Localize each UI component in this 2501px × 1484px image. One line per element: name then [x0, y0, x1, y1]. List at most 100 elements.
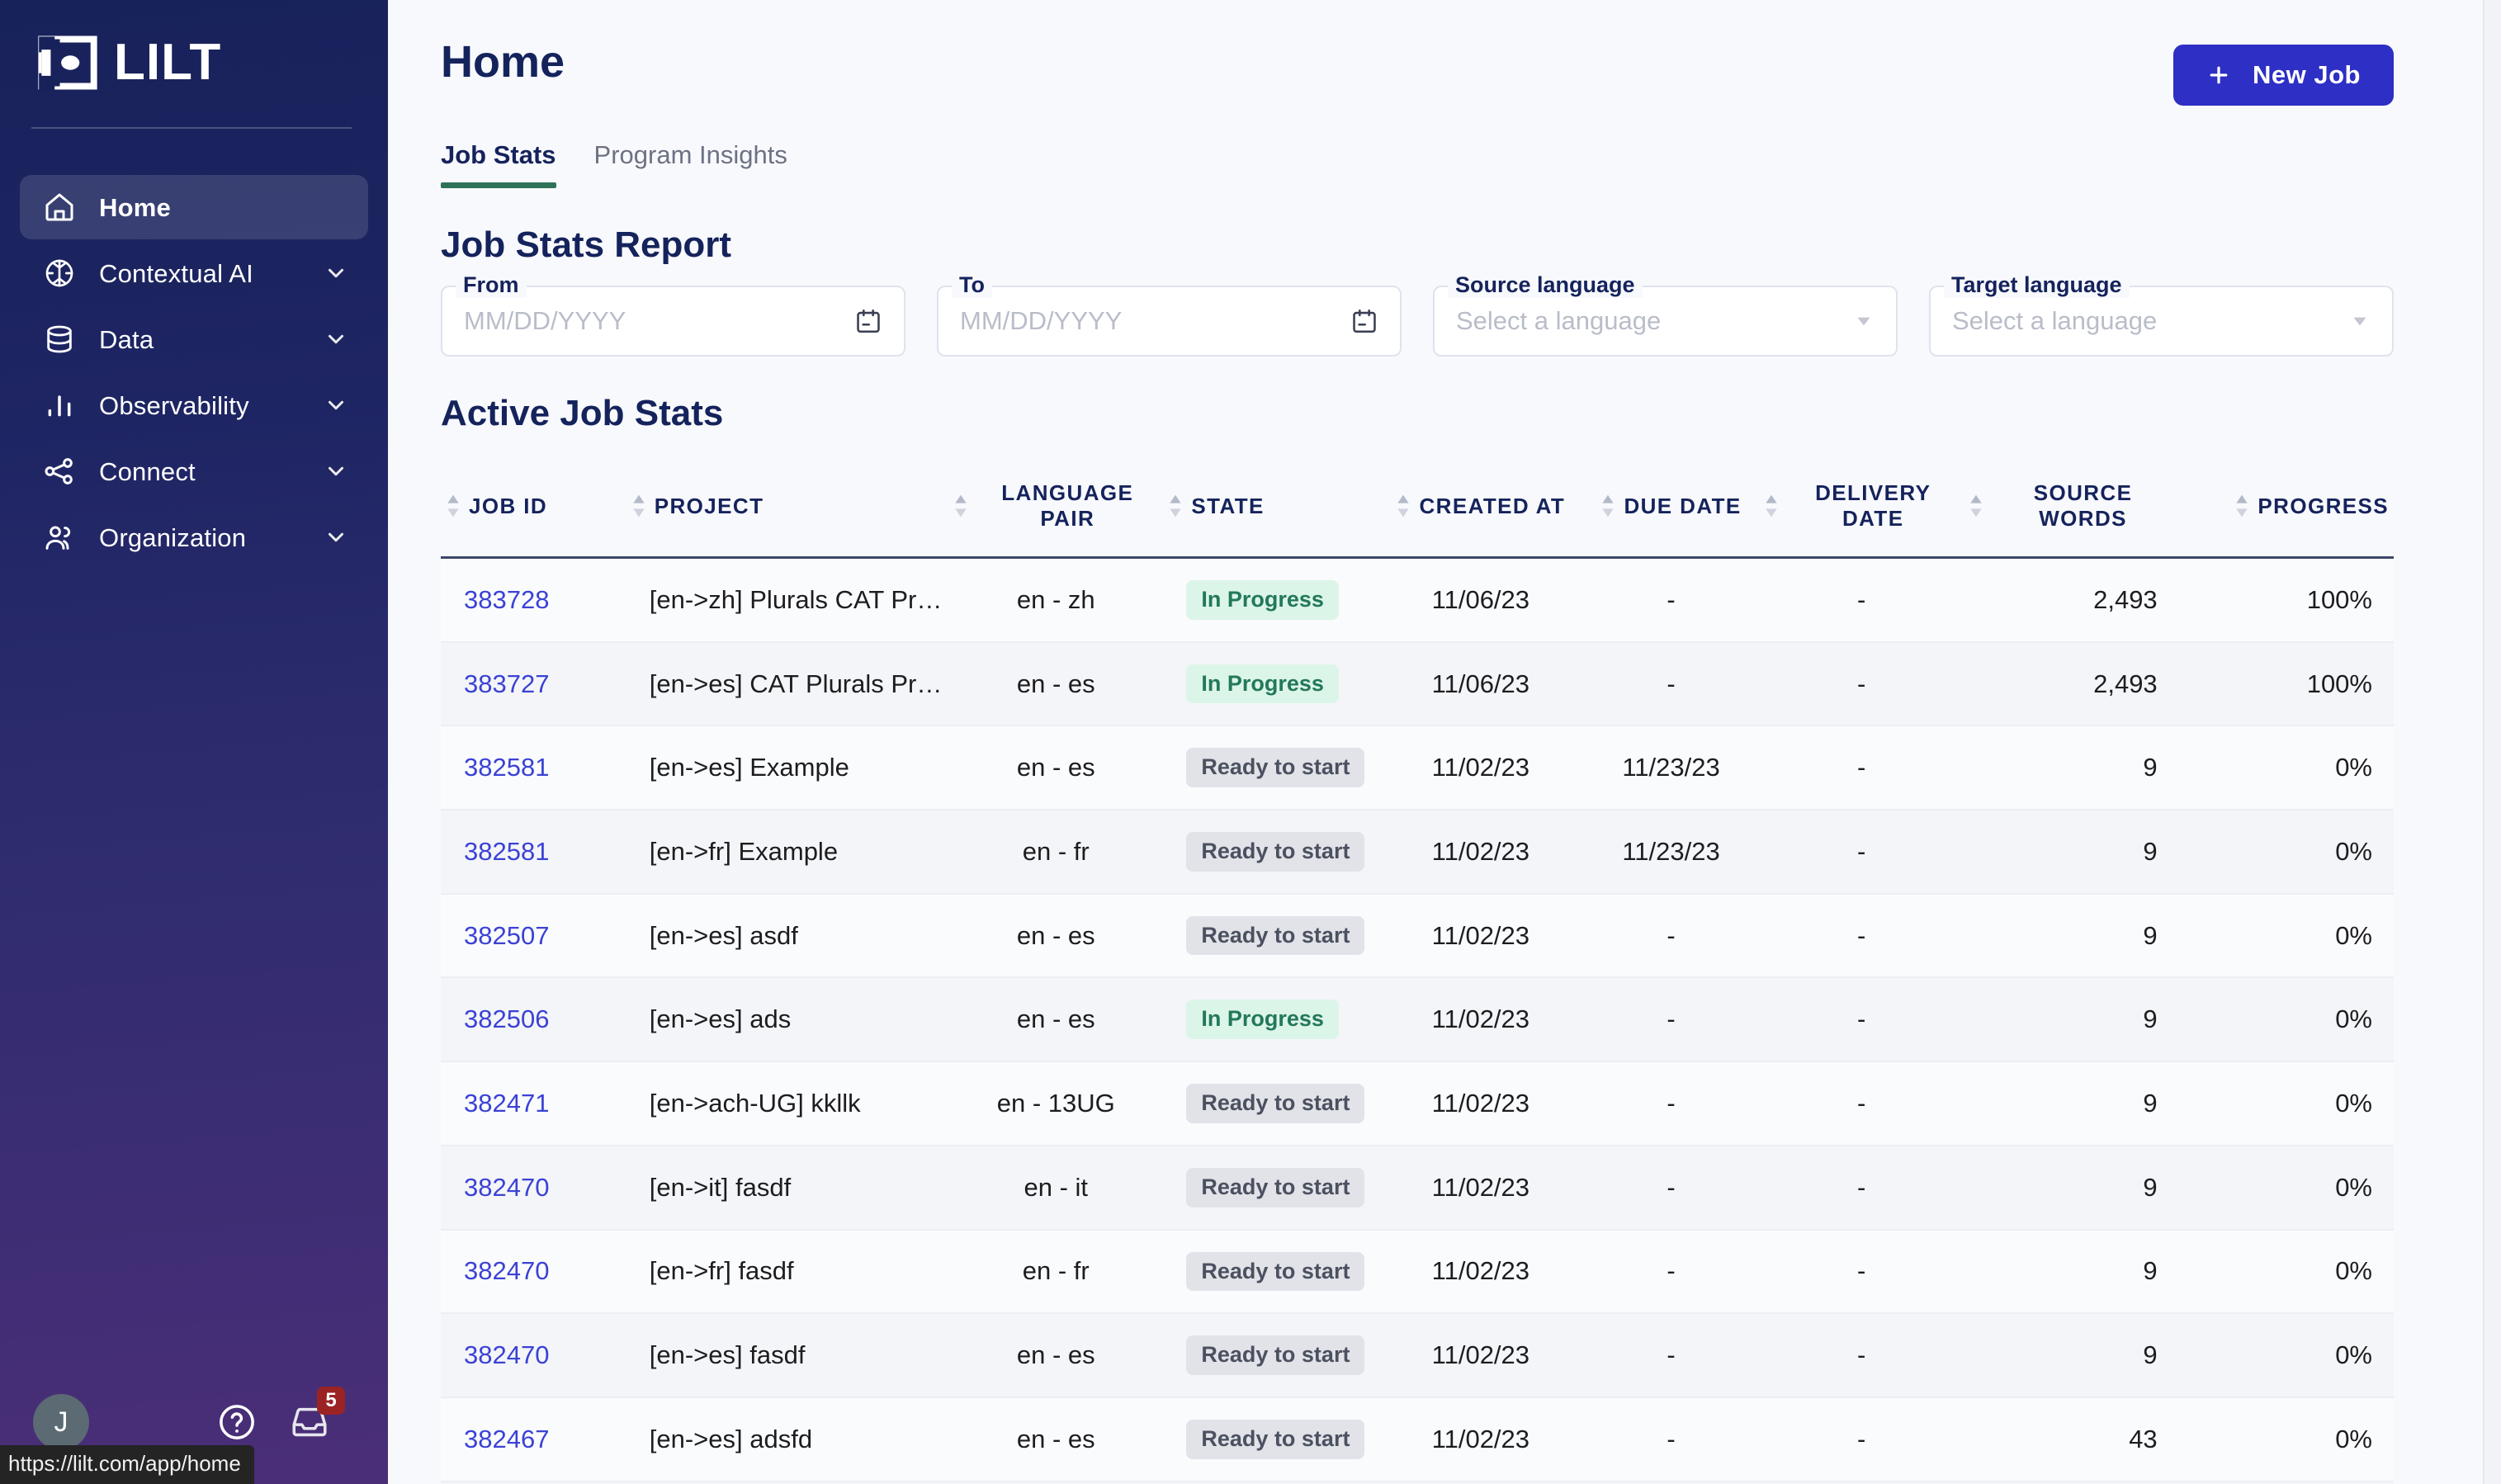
cell-due-date: -	[1667, 1004, 1676, 1034]
cell-delivery-date: -	[1857, 1256, 1866, 1286]
table-row[interactable]: 382581 [en->fr] Example en - fr Ready to st…	[441, 810, 2394, 894]
chevron-down-icon[interactable]	[324, 327, 348, 352]
job-id-link[interactable]: 382506	[464, 1004, 549, 1033]
column-progress[interactable]: PROGRESS	[2179, 474, 2394, 558]
table-row[interactable]: 382268[de->en] 11:31:22 Instade - enIn P…	[441, 1481, 2394, 1484]
job-id-link[interactable]: 382467	[464, 1425, 549, 1453]
table-row[interactable]: 383727 [en->es] CAT Plurals Pr… en - es In …	[441, 641, 2394, 726]
to-date-input[interactable]	[960, 306, 1350, 336]
column-source-words[interactable]: SOURCE WORDS	[1964, 474, 2178, 558]
sidebar-item-contextual-ai[interactable]: Contextual AI	[20, 241, 368, 305]
calendar-icon[interactable]	[854, 307, 882, 335]
chevron-down-icon[interactable]	[324, 261, 348, 286]
job-id-link[interactable]: 382470	[464, 1256, 549, 1285]
cell-due-date: -	[1667, 1424, 1676, 1453]
sort-icon[interactable]	[1396, 494, 1411, 518]
question-circle-icon[interactable]	[216, 1401, 258, 1443]
source-language-input[interactable]	[1456, 306, 1853, 336]
sort-icon[interactable]	[631, 494, 646, 518]
from-date-input[interactable]	[464, 306, 854, 336]
status-badge: Ready to start	[1186, 748, 1365, 788]
cell-source-words: 9	[2143, 920, 2158, 950]
cell-job-id: 382470	[441, 1230, 626, 1314]
cell-project: [en->zh] Plurals CAT Pr…	[649, 584, 943, 614]
table-row[interactable]: 382471 [en->ach-UG] kkllk en - 13UG Ready t…	[441, 1061, 2394, 1146]
column-language-pair[interactable]: LANGUAGE PAIR	[948, 474, 1163, 558]
filter-target-language: Target language	[1929, 272, 2394, 357]
chevron-down-icon[interactable]	[324, 459, 348, 484]
table-row[interactable]: 382581 [en->es] Example en - es Ready to st…	[441, 725, 2394, 811]
cell-language-pair: en - es	[1016, 920, 1095, 950]
cell-created-at: 11/02/23	[1431, 1256, 1530, 1286]
sort-icon[interactable]	[1764, 494, 1779, 518]
sidebar-item-observability[interactable]: Observability	[20, 373, 368, 437]
job-id-link[interactable]: 382470	[464, 1340, 549, 1369]
table-row[interactable]: 383728 [en->zh] Plurals CAT Pr… en - zh In …	[441, 557, 2394, 642]
sort-icon[interactable]	[1969, 494, 1983, 518]
inbox-icon[interactable]: 5	[289, 1387, 345, 1443]
cell-due-date: 11/23/23	[1622, 836, 1720, 866]
table-row[interactable]: 382506 [en->es] ads en - es In Progress 11/0…	[441, 977, 2394, 1062]
job-id-link[interactable]: 383728	[464, 585, 549, 614]
job-id-link[interactable]: 382507	[464, 921, 549, 950]
column-state[interactable]: STATE	[1163, 474, 1378, 558]
filter-source-language: Source language	[1433, 272, 1898, 357]
job-id-link[interactable]: 382470	[464, 1173, 549, 1202]
status-badge: Ready to start	[1186, 1167, 1365, 1208]
sort-icon[interactable]	[2234, 494, 2249, 518]
cell-created-at: 11/06/23	[1431, 669, 1530, 698]
job-id-link[interactable]: 382471	[464, 1089, 549, 1118]
cell-created-at: 11/02/23	[1431, 1004, 1530, 1034]
avatar[interactable]: J	[33, 1394, 89, 1450]
chevron-down-icon[interactable]	[324, 525, 348, 550]
target-language-input[interactable]	[1952, 306, 2349, 336]
sort-icon[interactable]	[1600, 494, 1615, 518]
cell-progress: 0%	[2335, 920, 2372, 950]
chevron-down-icon[interactable]	[324, 393, 348, 418]
job-id-link[interactable]: 383727	[464, 669, 549, 698]
cell-progress: 0%	[2335, 836, 2372, 866]
tab-job-stats[interactable]: Job Stats	[441, 140, 556, 188]
cell-state: Ready to start	[1163, 894, 1378, 978]
table-row[interactable]: 382467 [en->es] adsfd en - es Ready to star…	[441, 1397, 2394, 1482]
chevron-down-icon[interactable]	[2349, 310, 2371, 332]
column-project[interactable]: PROJECT	[626, 474, 948, 558]
column-job-id[interactable]: JOB ID	[441, 474, 626, 558]
cell-due-date: -	[1583, 1482, 1759, 1484]
job-id-link[interactable]: 382581	[464, 837, 549, 866]
cell-project: [en->ach-UG] kkllk	[649, 1088, 861, 1118]
cell-project: [en->es] ads	[649, 1004, 792, 1034]
calendar-icon[interactable]	[1350, 307, 1378, 335]
status-badge: Ready to start	[1186, 1084, 1365, 1123]
new-job-button[interactable]: New Job	[2173, 45, 2394, 106]
to-field-box[interactable]	[937, 286, 1402, 357]
column-due-date[interactable]: DUE DATE	[1583, 474, 1759, 558]
column-label: SOURCE WORDS	[2033, 480, 2133, 531]
vertical-scrollbar[interactable]	[2483, 0, 2501, 1484]
cell-source-words: 2,493	[2093, 584, 2158, 614]
sidebar-item-data[interactable]: Data	[20, 307, 368, 371]
sidebar-footer-actions: 5	[216, 1387, 345, 1443]
chevron-down-icon[interactable]	[1853, 310, 1875, 332]
tab-bar: Job Stats Program Insights	[388, 106, 2501, 188]
cell-job-id: 383727	[441, 642, 626, 726]
job-id-link[interactable]: 382581	[464, 753, 549, 782]
sidebar-item-organization[interactable]: Organization	[20, 505, 368, 569]
tab-program-insights[interactable]: Program Insights	[594, 140, 787, 188]
table-row[interactable]: 382470 [en->fr] fasdf en - fr Ready to star…	[441, 1229, 2394, 1314]
sort-icon[interactable]	[953, 494, 968, 518]
table-row[interactable]: 382470 [en->it] fasdf en - it Ready to star…	[441, 1145, 2394, 1230]
sidebar-item-connect[interactable]: Connect	[20, 439, 368, 503]
sort-icon[interactable]	[1168, 494, 1183, 518]
table-row[interactable]: 382507 [en->es] asdf en - es Ready to start…	[441, 893, 2394, 978]
cell-due-date: -	[1667, 1088, 1676, 1118]
table-row[interactable]: 382470 [en->es] fasdf en - es Ready to star…	[441, 1313, 2394, 1397]
cell-progress: 0%	[2335, 753, 2372, 782]
sort-icon[interactable]	[446, 494, 461, 518]
brand-logo[interactable]: LILT	[0, 0, 388, 97]
column-delivery-date[interactable]: DELIVERY DATE	[1759, 474, 1964, 558]
cell-project: [en->es] adsfd	[649, 1424, 813, 1453]
sidebar-item-home[interactable]: Home	[20, 175, 368, 239]
column-created-at[interactable]: CREATED AT	[1378, 474, 1583, 558]
cell-job-id: 382581	[441, 725, 626, 810]
